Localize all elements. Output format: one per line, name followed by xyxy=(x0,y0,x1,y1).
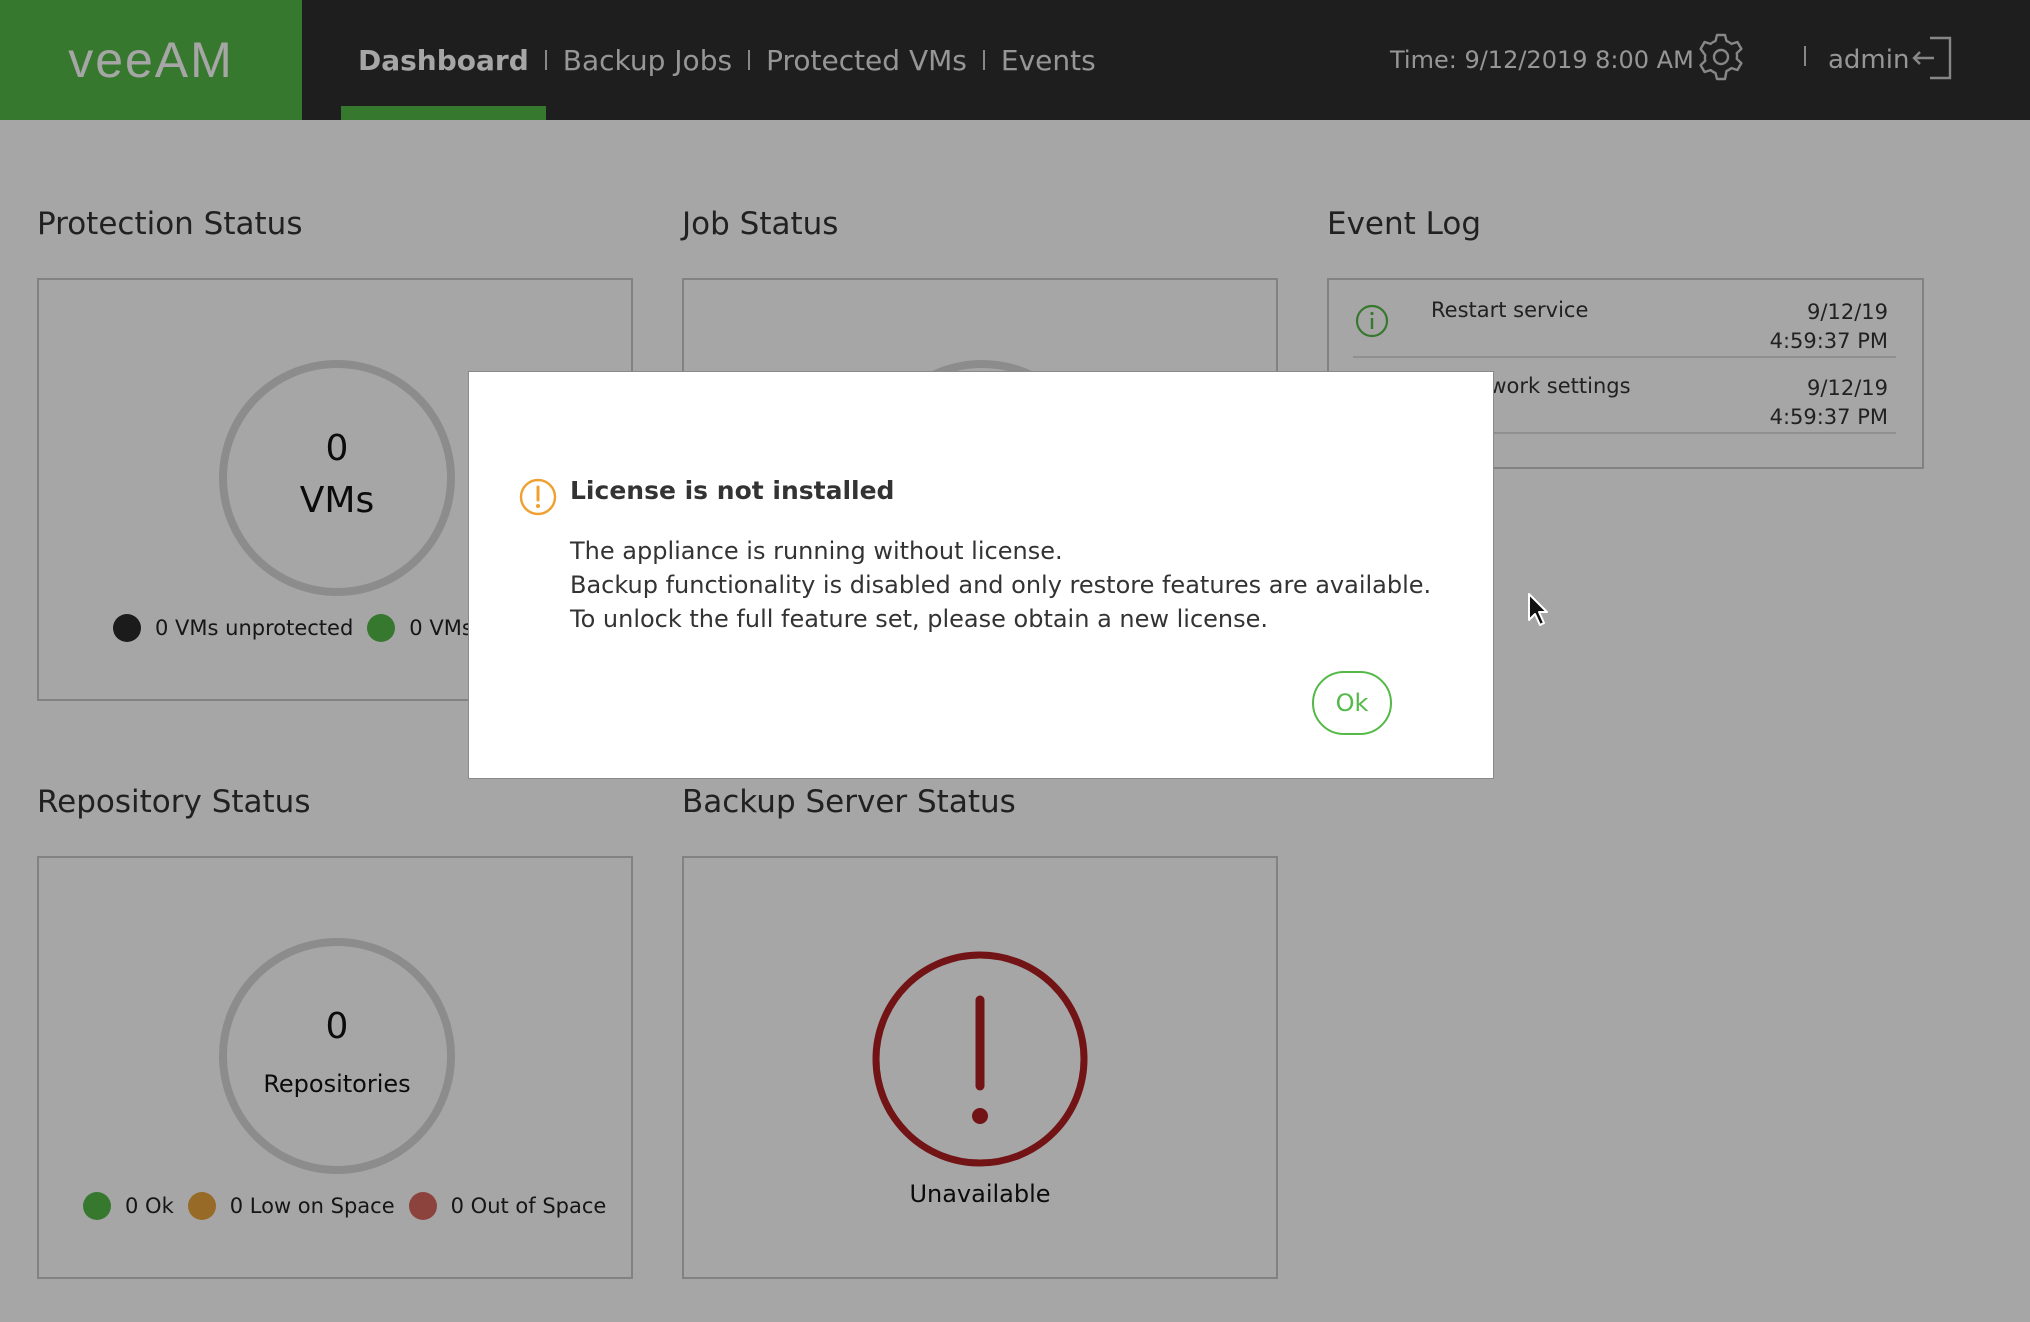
dialog-title: License is not installed xyxy=(570,476,895,505)
dialog-message-line: To unlock the full feature set, please o… xyxy=(570,605,1269,633)
mouse-cursor-icon xyxy=(1528,593,1548,626)
dialog-message-line: The appliance is running without license… xyxy=(570,537,1063,565)
ok-button[interactable]: Ok xyxy=(1312,671,1392,735)
warning-icon xyxy=(519,478,557,516)
dialog-message-line: Backup functionality is disabled and onl… xyxy=(570,571,1432,599)
license-dialog: License is not installed The appliance i… xyxy=(468,371,1494,779)
